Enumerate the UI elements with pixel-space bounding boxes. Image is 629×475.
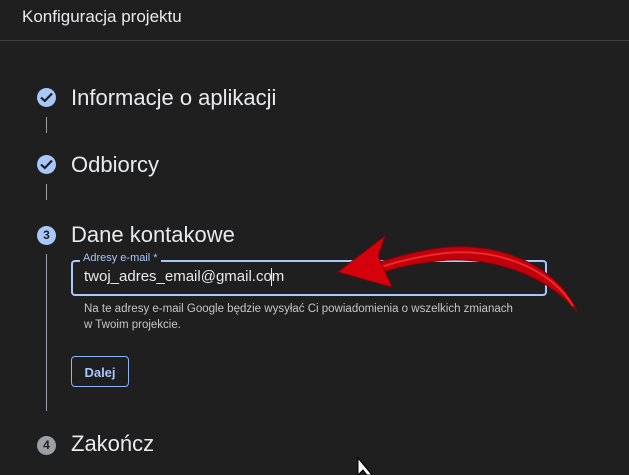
step-2-check-icon xyxy=(37,155,56,174)
text-caret xyxy=(271,268,272,286)
mouse-cursor-icon xyxy=(357,456,373,475)
step-3-number-badge: 3 xyxy=(37,226,56,245)
step-1-label[interactable]: Informacje o aplikacji xyxy=(71,85,276,111)
email-field-label: Adresy e-mail * xyxy=(80,252,161,264)
page-title: Konfiguracja projektu xyxy=(22,7,182,26)
step-4-label[interactable]: Zakończ xyxy=(71,431,154,457)
step-2-label[interactable]: Odbiorcy xyxy=(71,152,159,178)
step-connector xyxy=(46,254,47,411)
email-input-value[interactable]: twoj_adres_email@gmail.com xyxy=(84,268,284,285)
page-header: Konfiguracja projektu xyxy=(0,0,629,41)
step-3-label[interactable]: Dane kontakowe xyxy=(71,222,235,248)
project-setup-page: Konfiguracja projektu Informacje o aplik… xyxy=(0,0,629,475)
step-1-check-icon xyxy=(37,88,56,107)
email-hint-text: Na te adresy e-mail Google będzie wysyła… xyxy=(84,303,513,331)
next-button[interactable]: Dalej xyxy=(71,356,129,387)
step-4-number-badge: 4 xyxy=(37,436,56,455)
step-connector xyxy=(46,184,47,200)
step-connector xyxy=(46,117,47,133)
